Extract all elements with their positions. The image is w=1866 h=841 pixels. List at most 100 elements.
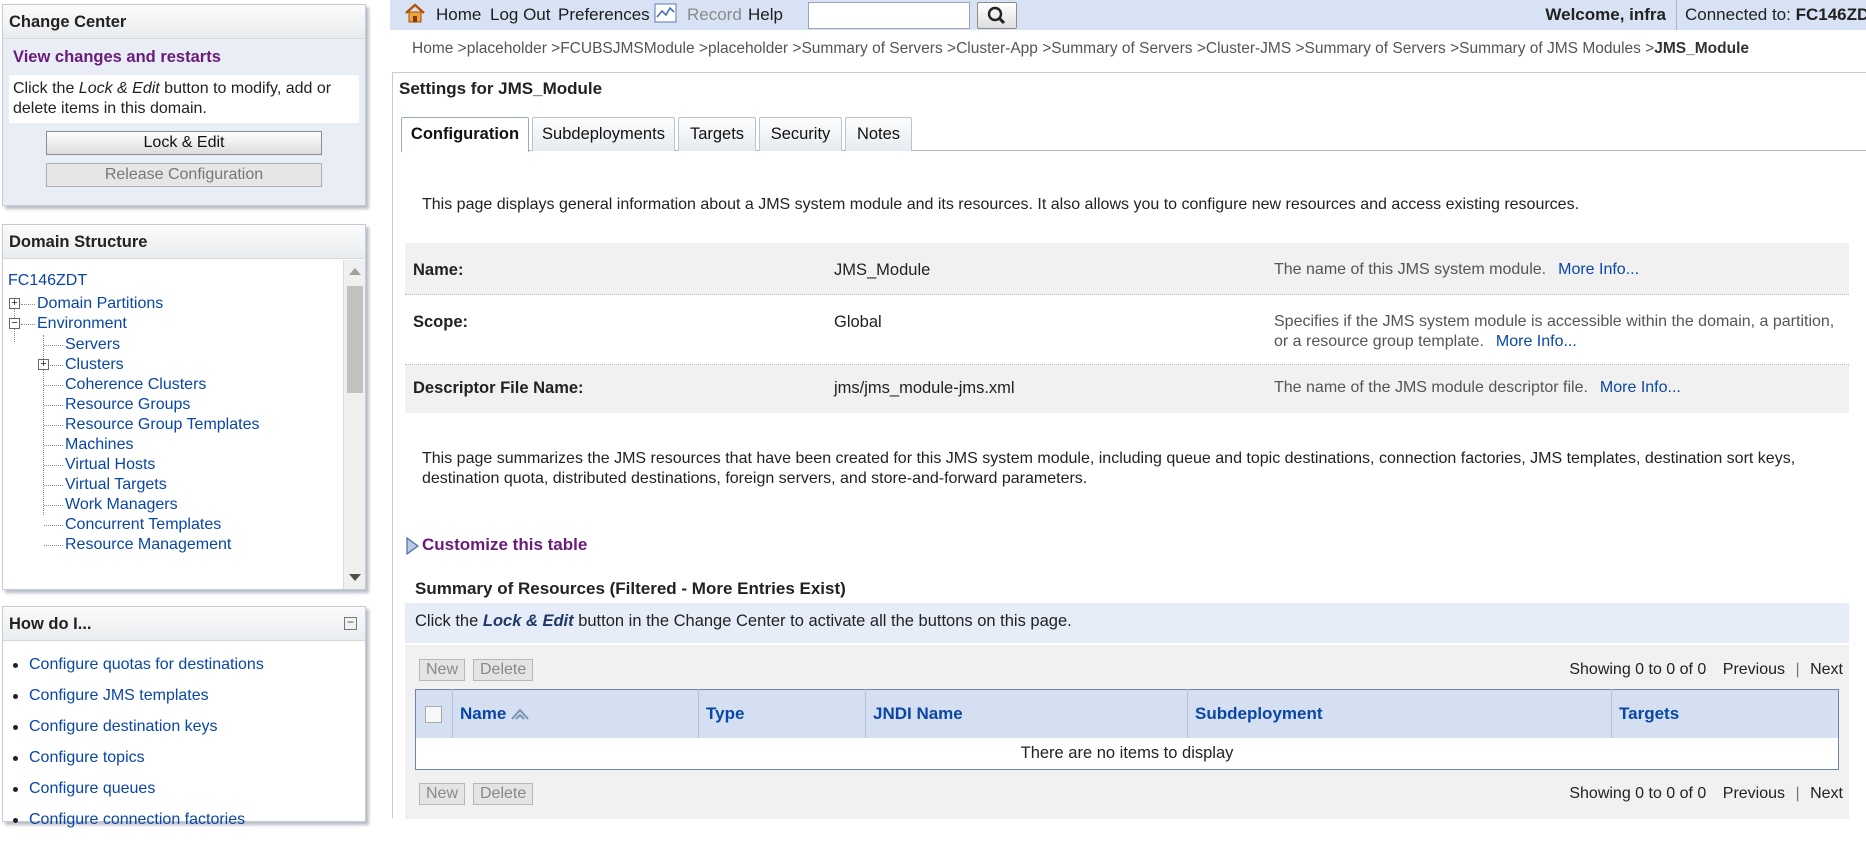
page-intro: This page displays general information a…: [422, 196, 1580, 213]
tree-item-environment[interactable]: Environment: [37, 314, 127, 334]
tree-connector: [44, 345, 63, 346]
more-info-link[interactable]: More Info...: [1496, 333, 1577, 350]
tree-item-resource-group-templates[interactable]: Resource Group Templates: [65, 415, 259, 435]
tree-item-servers[interactable]: Servers: [65, 335, 120, 355]
tab-subdeployments[interactable]: Subdeployments: [532, 117, 675, 151]
property-desc-text: The name of the JMS module descriptor fi…: [1274, 379, 1588, 396]
customize-table-toggle[interactable]: Customize this table: [405, 535, 587, 555]
delete-button-bottom[interactable]: Delete: [473, 783, 534, 805]
next-link[interactable]: Next: [1810, 661, 1843, 678]
tree-item-virtual-hosts[interactable]: Virtual Hosts: [65, 455, 155, 475]
properties-table: Name: JMS_Module The name of this JMS sy…: [405, 243, 1849, 413]
how-do-i-link[interactable]: Configure quotas for destinations: [29, 656, 264, 673]
collapse-icon[interactable]: −: [9, 318, 20, 329]
how-do-i-link[interactable]: Configure connection factories: [29, 811, 245, 828]
tree-item-resource-management[interactable]: Resource Management: [65, 535, 231, 555]
domain-tree-scrollbar[interactable]: [343, 260, 365, 589]
search-input[interactable]: [808, 2, 970, 29]
breadcrumb-item[interactable]: Summary of Servers >: [1051, 40, 1206, 57]
how-do-i-link[interactable]: Configure destination keys: [29, 718, 218, 735]
log-out-link[interactable]: Log Out: [490, 5, 551, 25]
lock-edit-notice: Click the Lock & Edit button in the Chan…: [405, 603, 1849, 643]
column-header-type[interactable]: Type: [698, 689, 866, 738]
breadcrumb-item[interactable]: Cluster-JMS >: [1206, 40, 1305, 57]
paging-status: Showing 0 to 0 of 0: [1569, 785, 1707, 802]
select-all-checkbox[interactable]: [425, 705, 442, 723]
tree-root-domain[interactable]: FC146ZDT: [8, 272, 87, 290]
scroll-up-icon[interactable]: [349, 268, 361, 275]
breadcrumb-item[interactable]: Summary of Servers >: [801, 40, 956, 57]
record-link[interactable]: Record: [687, 5, 742, 25]
new-button-bottom[interactable]: New: [419, 783, 466, 805]
property-row-scope: Scope: Global Specifies if the JMS syste…: [405, 295, 1849, 365]
tree-item-virtual-targets[interactable]: Virtual Targets: [65, 475, 167, 495]
delete-button[interactable]: Delete: [473, 659, 534, 681]
collapse-panel-icon[interactable]: −: [344, 616, 357, 630]
sort-ascending-icon[interactable]: [510, 707, 530, 721]
change-center-title: Change Center: [3, 5, 365, 39]
column-header-subdeployment[interactable]: Subdeployment: [1187, 689, 1612, 738]
list-item: Configure connection factories: [3, 810, 365, 841]
previous-link[interactable]: Previous: [1723, 661, 1785, 678]
home-link[interactable]: Home: [436, 5, 481, 25]
scroll-thumb[interactable]: [347, 286, 363, 393]
column-header-jndi-name[interactable]: JNDI Name: [865, 689, 1188, 738]
lock-note-after: button in the Change Center to activate …: [573, 612, 1072, 630]
breadcrumb-item[interactable]: FCUBSJMSModule >: [560, 40, 708, 57]
search-button[interactable]: [977, 2, 1017, 29]
tree-item-clusters[interactable]: Clusters: [65, 355, 124, 375]
tab-configuration[interactable]: Configuration: [401, 117, 529, 152]
property-description: Specifies if the JMS system module is ac…: [1274, 312, 1849, 352]
domain-structure-title: Domain Structure: [3, 225, 365, 259]
how-do-i-link[interactable]: Configure queues: [29, 780, 155, 797]
tree-item-resource-groups[interactable]: Resource Groups: [65, 395, 190, 415]
tree-item-concurrent-templates[interactable]: Concurrent Templates: [65, 515, 221, 535]
new-button[interactable]: New: [419, 659, 466, 681]
lock-edit-button[interactable]: Lock & Edit: [46, 131, 322, 155]
breadcrumb-item[interactable]: Summary of Servers >: [1305, 40, 1460, 57]
how-do-i-link[interactable]: Configure JMS templates: [29, 687, 209, 704]
tree-item-coherence-clusters[interactable]: Coherence Clusters: [65, 375, 206, 395]
expand-icon[interactable]: +: [38, 359, 49, 370]
empty-table-message: There are no items to display: [415, 737, 1839, 770]
tree-item-domain-partitions[interactable]: Domain Partitions: [37, 294, 163, 314]
tree-connector: [21, 304, 35, 305]
paging-status: Showing 0 to 0 of 0: [1569, 661, 1707, 678]
tab-targets[interactable]: Targets: [678, 117, 756, 151]
tab-security[interactable]: Security: [759, 117, 842, 151]
pagination: Showing 0 to 0 of 0 Previous | Next: [1569, 661, 1843, 679]
breadcrumb-item[interactable]: Cluster-App >: [956, 40, 1051, 57]
next-link[interactable]: Next: [1810, 785, 1843, 802]
welcome-text: Welcome, infra: [1545, 5, 1666, 24]
preferences-link[interactable]: Preferences: [558, 5, 650, 25]
how-do-i-panel: How do I... − Configure quotas for desti…: [2, 606, 366, 828]
breadcrumb-item[interactable]: placeholder >: [467, 40, 561, 57]
breadcrumb-item[interactable]: placeholder >: [708, 40, 802, 57]
tab-notes[interactable]: Notes: [845, 117, 912, 151]
record-icon: [654, 3, 677, 23]
more-info-link[interactable]: More Info...: [1600, 379, 1681, 396]
main-content: Settings for JMS_Module Configuration Su…: [392, 72, 1866, 819]
previous-link[interactable]: Previous: [1723, 785, 1785, 802]
how-do-i-list: Configure quotas for destinations Config…: [3, 641, 365, 841]
release-configuration-button[interactable]: Release Configuration: [46, 163, 322, 187]
breadcrumb-item[interactable]: Home >: [412, 40, 467, 57]
more-info-link[interactable]: More Info...: [1558, 261, 1639, 278]
resources-summary-title: Summary of Resources (Filtered - More En…: [415, 579, 846, 598]
tree-item-machines[interactable]: Machines: [65, 435, 133, 455]
expand-icon[interactable]: +: [9, 298, 20, 309]
domain-structure-panel: Domain Structure FC146ZDT + Domain Parti…: [2, 224, 366, 590]
resources-table-container: New Delete Showing 0 to 0 of 0 Previous …: [405, 645, 1849, 819]
scroll-down-icon[interactable]: [349, 574, 361, 581]
how-do-i-link[interactable]: Configure topics: [29, 749, 145, 766]
list-item: Configure destination keys: [3, 717, 365, 748]
property-value: Global: [834, 313, 882, 331]
breadcrumb-item[interactable]: Summary of JMS Modules >: [1459, 40, 1654, 57]
tree-item-work-managers[interactable]: Work Managers: [65, 495, 178, 515]
column-header-name[interactable]: Name: [452, 689, 699, 738]
help-link[interactable]: Help: [748, 5, 783, 25]
column-header-targets[interactable]: Targets: [1611, 689, 1839, 738]
property-row-descriptor: Descriptor File Name: jms/jms_module-jms…: [405, 365, 1849, 413]
home-icon[interactable]: [404, 2, 426, 24]
view-changes-link[interactable]: View changes and restarts: [13, 48, 355, 67]
